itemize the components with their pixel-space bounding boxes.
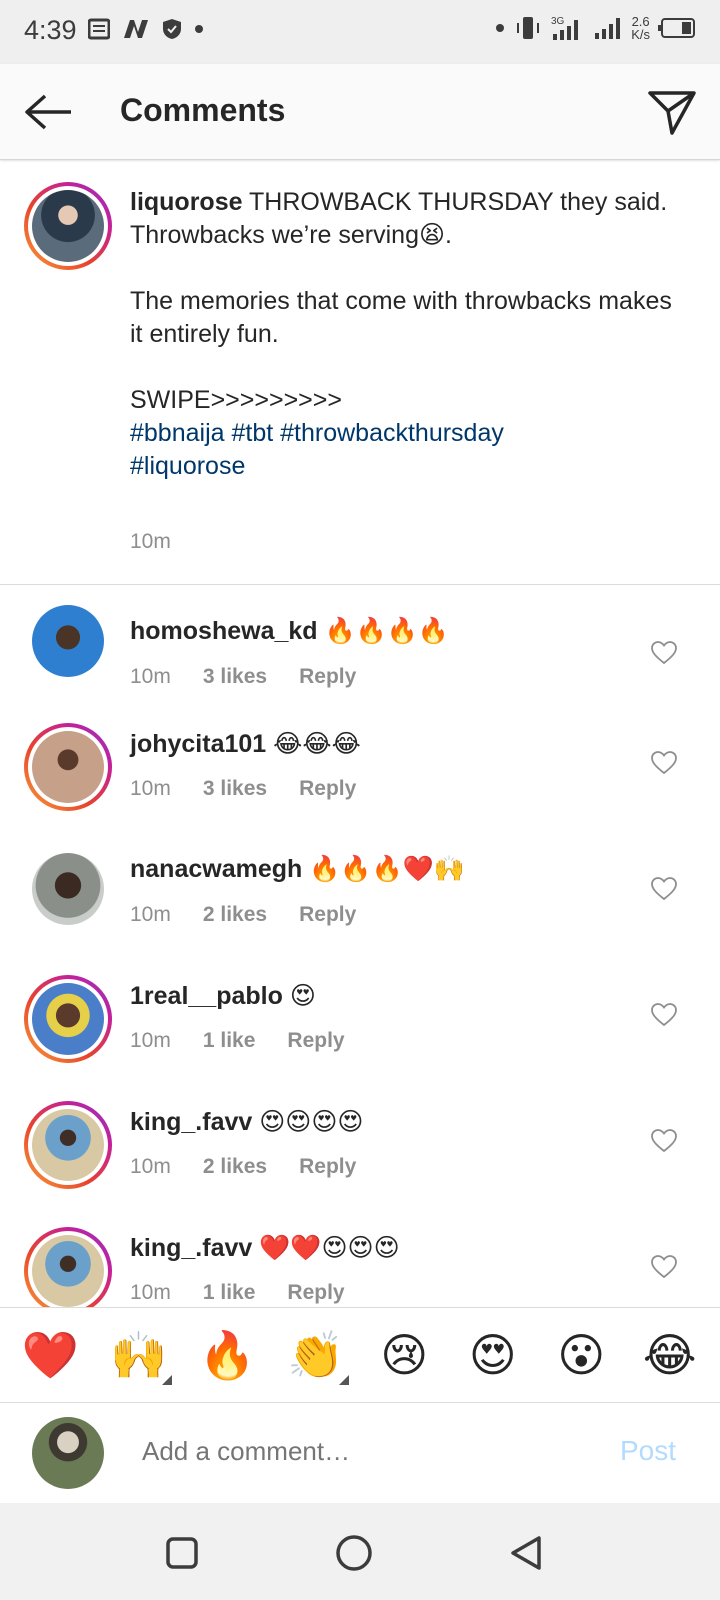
emoji-heart-eyes-button[interactable]: 😍: [458, 1329, 528, 1381]
notes-icon: [88, 18, 110, 40]
caption-text: liquorose THROWBACK THURSDAY they said. …: [130, 186, 690, 483]
like-button[interactable]: [648, 999, 680, 1031]
dot-icon: [195, 25, 203, 33]
caption-username[interactable]: liquorose: [130, 188, 243, 216]
emoji-crying-button[interactable]: 😢: [369, 1329, 439, 1381]
comment-input[interactable]: [142, 1429, 582, 1473]
hashtag-link[interactable]: #bbnaija #tbt #throwbackthursday: [130, 417, 690, 450]
status-time: 4:39: [24, 15, 77, 45]
comment-row: nanacwamegh 🔥🔥🔥❤️🙌 10m 2 likes Reply: [0, 849, 720, 977]
status-bar: 4:39 3G 2.6 K/s: [0, 0, 720, 64]
avatar[interactable]: [32, 605, 104, 677]
avatar[interactable]: [32, 853, 104, 925]
comment-row: 1real__pablo 😍 10m 1 like Reply: [0, 975, 720, 1103]
comment-username[interactable]: johycita101: [130, 730, 266, 758]
dot-icon: [496, 24, 505, 32]
system-nav-bar: [0, 1503, 720, 1600]
comment-row: king_.favv 😍😍😍😍 10m 2 likes Reply: [0, 1101, 720, 1229]
heart-outline-icon: [651, 751, 677, 775]
emoji-clap-button[interactable]: 👏: [281, 1329, 351, 1385]
reply-button[interactable]: Reply: [299, 665, 356, 689]
reply-button[interactable]: Reply: [287, 1281, 344, 1305]
vibrate-icon: [517, 17, 540, 39]
share-button[interactable]: [642, 84, 702, 140]
square-icon: [166, 1537, 198, 1569]
paper-plane-icon: [648, 91, 696, 135]
signal-3g-icon: 3G: [551, 16, 579, 40]
home-button[interactable]: [332, 1531, 376, 1575]
avatar: [32, 1417, 104, 1489]
page-title: Comments: [120, 92, 286, 128]
heart-outline-icon: [651, 1129, 677, 1153]
avatar[interactable]: [24, 975, 112, 1063]
network-speed: 2.6 K/s: [631, 14, 650, 42]
post-caption: liquorose THROWBACK THURSDAY they said. …: [0, 160, 720, 585]
signal-icon: [595, 18, 621, 39]
emoji-fire-button[interactable]: 🔥: [192, 1329, 262, 1381]
status-icons-right: 3G 2.6 K/s: [495, 14, 698, 42]
back-button[interactable]: [20, 88, 76, 136]
avatar[interactable]: [24, 723, 112, 811]
reply-button[interactable]: Reply: [299, 903, 356, 927]
avatar[interactable]: [24, 1227, 112, 1307]
svg-text:3G: 3G: [551, 16, 565, 27]
likes-count[interactable]: 1 like: [203, 1281, 256, 1305]
avatar[interactable]: [24, 182, 112, 270]
shield-icon: [163, 19, 181, 39]
like-button[interactable]: [648, 747, 680, 779]
status-icons-left: [88, 18, 204, 40]
comment-username[interactable]: 1real__pablo: [130, 982, 283, 1010]
circle-icon: [336, 1535, 372, 1571]
like-button[interactable]: [648, 1251, 680, 1283]
likes-count[interactable]: 2 likes: [203, 903, 267, 927]
post-button[interactable]: Post: [620, 1435, 676, 1467]
like-button[interactable]: [648, 637, 680, 669]
back-nav-button[interactable]: [504, 1531, 548, 1575]
reply-button[interactable]: Reply: [299, 1155, 356, 1179]
battery-icon: [658, 18, 695, 38]
header: Comments: [0, 64, 720, 160]
arrow-left-icon: [25, 94, 71, 130]
comment-composer: Post: [0, 1403, 720, 1503]
likes-count[interactable]: 3 likes: [203, 665, 267, 689]
skin-tone-indicator-icon: [161, 1375, 172, 1385]
heart-outline-icon: [651, 641, 677, 665]
emoji-laughing-button[interactable]: 😂: [635, 1329, 705, 1381]
comment-username[interactable]: king_.favv: [130, 1234, 252, 1262]
comment-row: king_.favv ❤️❤️😍😍😍 10m 1 like Reply: [0, 1227, 720, 1307]
like-button[interactable]: [648, 873, 680, 905]
like-button[interactable]: [648, 1125, 680, 1157]
avatar[interactable]: [24, 1101, 112, 1189]
comment-list[interactable]: homoshewa_kd 🔥🔥🔥🔥 10m 3 likes Reply johyci…: [0, 585, 720, 1307]
heart-outline-icon: [651, 1255, 677, 1279]
likes-count[interactable]: 3 likes: [203, 777, 267, 801]
reply-button[interactable]: Reply: [299, 777, 356, 801]
emoji-quick-bar: ❤️ 🙌 🔥 👏 😢 😍 😮 😂: [0, 1307, 720, 1403]
caption-time: 10m: [130, 530, 171, 553]
comment-username[interactable]: homoshewa_kd: [130, 617, 318, 645]
likes-count[interactable]: 1 like: [203, 1029, 256, 1053]
skin-tone-indicator-icon: [338, 1375, 349, 1385]
emoji-raised-hands-button[interactable]: 🙌: [104, 1329, 174, 1385]
likes-count[interactable]: 2 likes: [203, 1155, 267, 1179]
hashtag-link[interactable]: #liquorose: [130, 450, 690, 483]
comment-row: johycita101 😂😂😂 10m 3 likes Reply: [0, 723, 720, 851]
n-app-icon: [124, 20, 148, 38]
emoji-heart-button[interactable]: ❤️: [15, 1329, 85, 1381]
emoji-surprised-button[interactable]: 😮: [546, 1329, 616, 1381]
comment-username[interactable]: king_.favv: [130, 1108, 252, 1136]
recents-button[interactable]: [160, 1531, 204, 1575]
reply-button[interactable]: Reply: [287, 1029, 344, 1053]
triangle-back-icon: [511, 1536, 541, 1570]
comment-username[interactable]: nanacwamegh: [130, 855, 302, 883]
heart-outline-icon: [651, 877, 677, 901]
heart-outline-icon: [651, 1003, 677, 1027]
comment-row: homoshewa_kd 🔥🔥🔥🔥 10m 3 likes Reply: [0, 605, 720, 733]
